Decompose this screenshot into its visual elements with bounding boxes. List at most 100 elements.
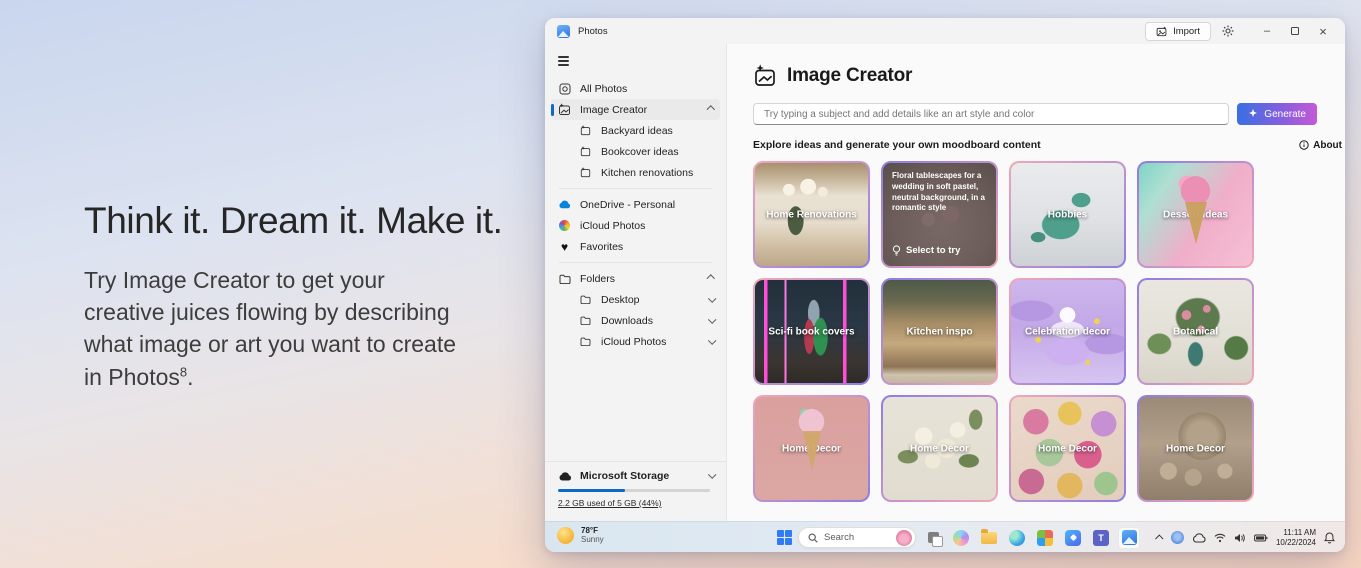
clock-time: 11:11 AM [1276, 528, 1316, 538]
onedrive-tray-icon[interactable] [1192, 533, 1206, 543]
chevron-down-icon[interactable] [708, 471, 716, 479]
divider [559, 262, 712, 263]
image-creator-project-icon [579, 145, 592, 158]
sidebar-item-desktop[interactable]: Desktop [551, 289, 720, 310]
storage-progress-fill [558, 489, 625, 492]
microsoft-store-icon[interactable] [1034, 527, 1056, 549]
tray-app-icon[interactable] [1171, 531, 1184, 544]
edge-browser-icon[interactable] [1006, 527, 1028, 549]
hero-body: Try Image Creator to get your creative j… [84, 264, 464, 393]
sidebar-item-label: Desktop [601, 294, 640, 306]
taskbar: 78°F Sunny Search T [545, 521, 1345, 552]
notification-bell-icon[interactable] [1324, 532, 1335, 544]
generate-label: Generate [1264, 109, 1306, 120]
image-creator-icon [558, 103, 571, 116]
file-explorer-icon[interactable] [978, 527, 1000, 549]
storage-label: Microsoft Storage [580, 470, 669, 482]
storage-usage-link[interactable]: 2.2 GB used of 5 GB (44%) [558, 498, 661, 508]
info-icon [1299, 140, 1309, 150]
sidebar-item-icloud-photos-folder[interactable]: iCloud Photos [551, 331, 720, 352]
folder-icon [579, 335, 592, 348]
battery-icon[interactable] [1254, 534, 1268, 542]
sidebar-item-downloads[interactable]: Downloads [551, 310, 720, 331]
tile-hover-prompt: Floral tablescapes for a wedding in soft… [892, 171, 987, 214]
dev-home-icon[interactable] [1062, 527, 1084, 549]
tile-hobbies[interactable]: Hobbies [1009, 161, 1126, 268]
generate-button[interactable]: Generate [1237, 103, 1317, 125]
import-button[interactable]: Import [1145, 22, 1211, 41]
tile-wedding-decor-hovered[interactable]: Floral tablescapes for a wedding in soft… [881, 161, 998, 268]
divider [559, 188, 712, 189]
search-placeholder: Search [824, 532, 890, 543]
prompt-input[interactable] [753, 103, 1229, 125]
icloud-photos-icon [558, 219, 571, 232]
tray-chevron-up-icon[interactable] [1155, 534, 1163, 542]
maximize-icon[interactable] [1281, 21, 1309, 41]
sidebar-item-label: Kitchen renovations [601, 167, 693, 179]
select-to-try-button[interactable]: Select to try [892, 245, 987, 258]
tile-kitchen-inspo[interactable]: Kitchen inspo [881, 278, 998, 385]
tile-label: Celebration decor [1011, 326, 1124, 337]
photos-app-window: Photos Import – × [545, 18, 1345, 521]
chevron-up-icon [706, 275, 714, 283]
photos-taskbar-icon-active[interactable] [1118, 527, 1140, 549]
tile-label: Sci-fi book covers [755, 326, 868, 337]
chevron-down-icon [708, 336, 716, 344]
sidebar-item-folders[interactable]: Folders [551, 268, 720, 289]
task-view-icon[interactable] [922, 527, 944, 549]
tile-home-renovations[interactable]: Home Renovations [753, 161, 870, 268]
tile-home-decor-4[interactable]: Home Decor [1137, 395, 1254, 502]
sidebar-item-all-photos[interactable]: All Photos [551, 78, 720, 99]
taskbar-search-box[interactable]: Search [798, 527, 916, 548]
about-button[interactable]: About [1299, 140, 1342, 151]
hamburger-menu-icon[interactable] [545, 50, 575, 72]
tile-celebration-decor[interactable]: Celebration decor [1009, 278, 1126, 385]
all-photos-icon [558, 82, 571, 95]
wifi-icon[interactable] [1214, 533, 1226, 543]
sidebar-item-label: Favorites [580, 241, 623, 253]
sparkle-icon [1248, 109, 1258, 119]
close-icon[interactable]: × [1309, 21, 1337, 41]
taskbar-clock[interactable]: 11:11 AM 10/22/2024 [1276, 528, 1316, 547]
image-creator-header-icon [753, 64, 777, 88]
sidebar-item-favorites[interactable]: ♥ Favorites [551, 236, 720, 257]
start-button[interactable] [777, 530, 792, 545]
copilot-icon[interactable] [950, 527, 972, 549]
tile-dessert-ideas[interactable]: Dessert ideas [1137, 161, 1254, 268]
sidebar-item-bookcover-ideas[interactable]: Bookcover ideas [551, 141, 720, 162]
weather-condition: Sunny [581, 535, 604, 544]
tile-label: Home Renovations [755, 209, 868, 220]
storage-panel: Microsoft Storage 2.2 GB used of 5 GB (4… [545, 461, 726, 521]
onedrive-cloud-icon [558, 198, 571, 211]
sidebar-item-onedrive[interactable]: OneDrive - Personal [551, 194, 720, 215]
teams-icon[interactable]: T [1090, 527, 1112, 549]
weather-temp: 78°F [581, 526, 604, 535]
import-label: Import [1173, 26, 1200, 37]
sidebar-item-icloud-photos[interactable]: iCloud Photos [551, 215, 720, 236]
weather-widget[interactable]: 78°F Sunny [557, 526, 604, 544]
folder-icon [558, 272, 571, 285]
volume-icon[interactable] [1234, 533, 1246, 543]
import-photo-icon [1156, 26, 1167, 37]
sidebar-item-label: Image Creator [580, 104, 647, 116]
search-highlight-image [896, 530, 912, 546]
lightbulb-icon [892, 245, 901, 256]
tile-label: Dessert ideas [1139, 209, 1252, 220]
tile-home-decor-1[interactable]: Home Decor [753, 395, 870, 502]
tile-label: Botanical [1139, 326, 1252, 337]
tile-home-decor-3[interactable]: Home Decor [1009, 395, 1126, 502]
tile-botanical[interactable]: Botanical [1137, 278, 1254, 385]
folder-icon [579, 314, 592, 327]
sidebar-item-image-creator[interactable]: Image Creator [551, 99, 720, 120]
tile-home-decor-2[interactable]: Home Decor [881, 395, 998, 502]
tile-scifi-book-covers[interactable]: Sci-fi book covers [753, 278, 870, 385]
image-creator-project-icon [579, 124, 592, 137]
storage-cloud-icon [558, 472, 572, 481]
sidebar-item-label: OneDrive - Personal [580, 199, 675, 211]
settings-gear-icon[interactable] [1215, 21, 1241, 41]
minimize-icon[interactable]: – [1253, 21, 1281, 41]
select-to-try-label: Select to try [906, 245, 960, 256]
sidebar-item-backyard-ideas[interactable]: Backyard ideas [551, 120, 720, 141]
tile-hover-overlay: Floral tablescapes for a wedding in soft… [883, 163, 996, 266]
sidebar-item-kitchen-renovations[interactable]: Kitchen renovations [551, 162, 720, 183]
